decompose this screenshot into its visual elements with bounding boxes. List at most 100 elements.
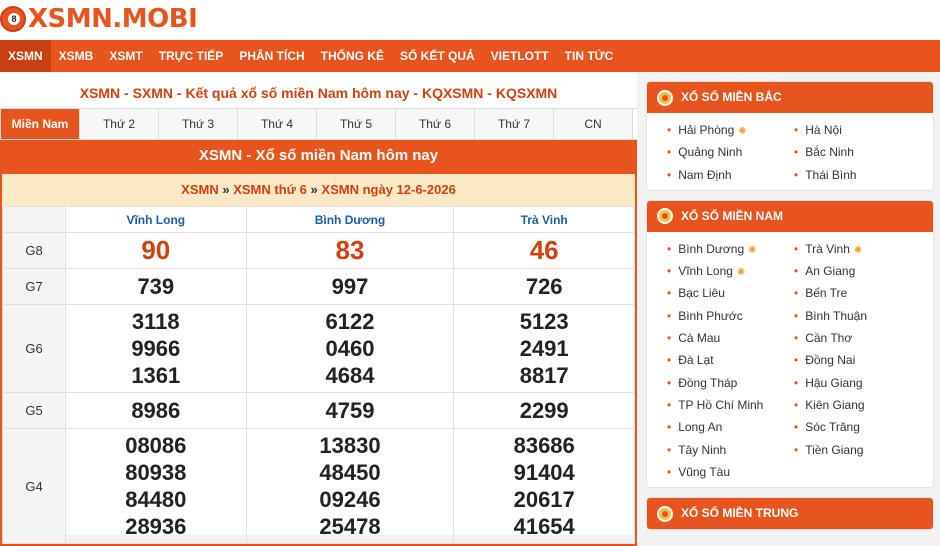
nav-xsmt[interactable]: XSMT xyxy=(101,40,150,72)
tab-thu-5[interactable]: Thứ 5 xyxy=(317,109,396,139)
card-mien-nam: XỔ SỐ MIỀN NAM Bình Dương✺Trà Vinh✺Vĩnh … xyxy=(646,199,934,489)
province-name[interactable]: Bình Dương xyxy=(245,206,455,233)
province-link[interactable]: Bắc Ninh xyxy=(794,141,921,163)
prize-number: 4684 xyxy=(325,363,375,388)
province-link[interactable]: Bình Phước xyxy=(667,305,794,327)
province-link-label: Bắc Ninh xyxy=(805,145,854,160)
province-link-label: Long An xyxy=(678,420,723,435)
province-name[interactable]: Trà Vinh xyxy=(453,206,635,233)
card-header[interactable]: XỔ SỐ MIỀN BẮC xyxy=(647,82,933,113)
corner-cell xyxy=(2,206,66,233)
nav-phan-tich[interactable]: PHÂN TÍCH xyxy=(231,40,312,72)
site-logo[interactable]: XSMN.MOBI xyxy=(0,4,198,34)
province-name[interactable]: Vĩnh Long xyxy=(65,206,247,233)
nav-vietlott[interactable]: VIETLOTT xyxy=(483,40,557,72)
crumb-xsmn[interactable]: XSMN xyxy=(181,182,219,197)
card-header[interactable]: XỔ SỐ MIỀN TRUNG xyxy=(647,498,933,530)
lottery-ball-icon xyxy=(657,208,673,225)
province-link[interactable]: Tây Ninh xyxy=(667,439,794,461)
province-link[interactable]: Đồng Nai xyxy=(794,349,921,371)
prize-number: 48450 xyxy=(319,460,381,485)
province-link[interactable]: Nam Định xyxy=(667,164,794,186)
province-link[interactable]: Vĩnh Long✺ xyxy=(667,260,794,282)
prize-row-g5: G5 8986 4759 2299 xyxy=(2,392,635,429)
province-link-label: Hải Phòng xyxy=(678,123,735,137)
crumb-xsmn-thu-6[interactable]: XSMN thứ 6 xyxy=(233,182,307,197)
prize-cell: 997 xyxy=(245,268,455,305)
province-link[interactable]: Cà Mau xyxy=(667,327,794,349)
tab-thu-6[interactable]: Thứ 6 xyxy=(396,109,475,139)
province-link-label: Cà Mau xyxy=(678,331,721,346)
province-link[interactable]: Hậu Giang xyxy=(794,372,921,394)
prize-number: 80938 xyxy=(125,460,187,485)
nav-xsmb[interactable]: XSMB xyxy=(51,40,102,72)
prize-number: 09246 xyxy=(319,487,381,512)
province-link[interactable]: Vũng Tàu xyxy=(667,461,794,483)
tab-mien-nam[interactable]: Miền Nam xyxy=(1,109,80,139)
province-link-label: An Giang xyxy=(805,264,856,279)
province-link-label: Vũng Tàu xyxy=(678,464,731,479)
main-nav: XSMN XSMB XSMT TRỰC TIẾP PHÂN TÍCH THỐNG… xyxy=(0,40,940,72)
result-box: XSMN - Xổ số miền Nam hôm nay XSMN » XSM… xyxy=(0,140,637,546)
prize-row-g8: G8 90 83 46 xyxy=(2,232,635,269)
province-link[interactable]: Đồng Tháp xyxy=(667,372,794,394)
nav-thong-ke[interactable]: THỐNG KÊ xyxy=(313,40,392,72)
lottery-ball-icon xyxy=(657,505,673,522)
province-link-label: Hà Nội xyxy=(805,123,842,137)
card-header[interactable]: XỔ SỐ MIỀN NAM xyxy=(647,200,933,232)
province-link[interactable]: Quảng Ninh xyxy=(667,141,794,163)
tab-thu-2[interactable]: Thứ 2 xyxy=(80,109,159,139)
prize-number: 2299 xyxy=(519,398,569,423)
prize-number: 0460 xyxy=(325,336,375,361)
province-link[interactable]: Bình Dương✺ xyxy=(667,238,794,260)
day-tabs: Miền Nam Thứ 2 Thứ 3 Thứ 4 Thứ 5 Thứ 6 T… xyxy=(0,108,637,140)
prize-number: 726 xyxy=(525,274,563,299)
prize-cell: 6122 0460 4684 xyxy=(245,304,455,393)
province-link[interactable]: Bến Tre xyxy=(794,282,921,304)
prize-number: 13830 xyxy=(319,433,381,458)
province-link[interactable]: Thái Bình xyxy=(794,164,921,186)
live-indicator-icon: ✺ xyxy=(736,267,746,279)
province-link[interactable]: Đà Lạt xyxy=(667,349,794,371)
prize-number: 4759 xyxy=(325,398,375,423)
province-link-label: TP Hồ Chí Minh xyxy=(678,397,764,412)
prize-row-g6: G6 3118 9966 1361 6122 0460 4684 5123 2491 8817 xyxy=(2,304,635,393)
prize-number: 8986 xyxy=(131,398,181,423)
province-link[interactable]: TP Hồ Chí Minh xyxy=(667,394,794,416)
prize-number: 41654 xyxy=(513,514,575,539)
province-link[interactable]: An Giang xyxy=(794,260,921,282)
nav-tin-tuc[interactable]: TIN TỨC xyxy=(557,40,622,72)
province-link[interactable]: Kiên Giang xyxy=(794,394,921,416)
tab-thu-3[interactable]: Thứ 3 xyxy=(159,109,238,139)
province-link[interactable]: Cần Thơ xyxy=(794,327,921,349)
prize-number: 83 xyxy=(335,235,365,265)
prize-cell: 5123 2491 8817 xyxy=(453,304,635,393)
prize-number: 8817 xyxy=(519,363,569,388)
prize-number: 9966 xyxy=(131,336,181,361)
province-link[interactable]: Hà Nội xyxy=(794,119,921,141)
province-link[interactable]: Bạc Liêu xyxy=(667,282,794,304)
nav-xsmn[interactable]: XSMN xyxy=(0,40,51,72)
card-mien-trung: XỔ SỐ MIỀN TRUNG xyxy=(646,497,934,531)
tab-cn[interactable]: CN xyxy=(554,109,633,139)
crumb-date[interactable]: XSMN ngày 12-6-2026 xyxy=(321,182,455,197)
province-link-label: Thái Bình xyxy=(805,167,857,182)
tab-thu-4[interactable]: Thứ 4 xyxy=(238,109,317,139)
tab-thu-7[interactable]: Thứ 7 xyxy=(475,109,554,139)
nav-truc-tiep[interactable]: TRỰC TIẾP xyxy=(151,40,232,72)
prize-cell: 2299 xyxy=(453,392,635,429)
prize-label: G4 xyxy=(2,428,66,544)
crumb-separator: » xyxy=(222,182,230,197)
province-link[interactable]: Tiền Giang xyxy=(794,439,921,461)
prize-number: 997 xyxy=(331,274,369,299)
province-link-label: Bến Tre xyxy=(805,286,848,301)
province-link[interactable]: Sóc Trăng xyxy=(794,416,921,438)
province-link[interactable]: Long An xyxy=(667,416,794,438)
province-link-label: Bình Dương xyxy=(678,241,745,256)
province-link[interactable]: Hải Phòng✺ xyxy=(667,119,794,141)
province-link[interactable]: Trà Vinh✺ xyxy=(794,238,921,260)
page-title: XSMN - SXMN - Kết quả xổ số miền Nam hôm… xyxy=(79,85,558,101)
card-title: XỔ SỐ MIỀN TRUNG xyxy=(681,506,799,521)
nav-so-ket-qua[interactable]: SỔ KẾT QUẢ xyxy=(392,40,483,72)
province-link[interactable]: Bình Thuận xyxy=(794,305,921,327)
